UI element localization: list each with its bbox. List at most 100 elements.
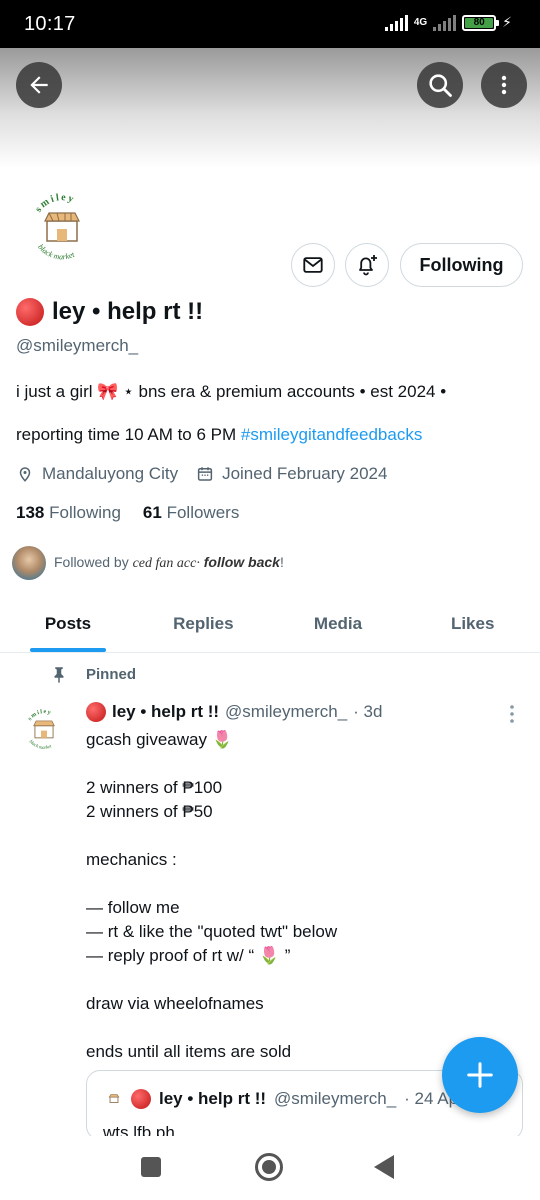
following-count: 138	[16, 503, 45, 522]
logo-text-bottom: black market	[36, 242, 76, 261]
smiley-logo: smiley black market	[33, 192, 80, 261]
following-button[interactable]: Following	[400, 243, 523, 287]
more-options-button[interactable]	[481, 62, 527, 108]
svg-text:black market: black market	[28, 740, 54, 751]
follow-stats: 138 Following 61 Followers	[16, 503, 239, 523]
tweet-line: — rt & like the "quoted twt" below	[86, 922, 338, 941]
battery-icon: 80	[462, 14, 500, 31]
quote-avatar-icon	[108, 1094, 120, 1103]
tweet-line: — reply proof of rt w/ “ 🌷 ”	[86, 946, 291, 965]
tweet-line: draw via wheelofnames	[86, 994, 264, 1013]
following-link[interactable]: 138 Following	[16, 503, 121, 523]
tweet-logo-text-bottom: black market	[28, 740, 54, 751]
red-circle-icon	[16, 298, 44, 326]
tweet-logo-text-top: smiley	[27, 709, 51, 722]
tweet-line: — follow me	[86, 898, 180, 917]
tab-likes[interactable]: Likes	[405, 595, 540, 652]
followers-label: Followers	[166, 503, 240, 522]
profile-handle: @smileymerch_	[16, 336, 139, 355]
calendar-icon	[197, 467, 213, 481]
more-vertical-icon	[510, 705, 514, 723]
arrow-left-icon	[30, 76, 48, 94]
joined-text: Joined February 2024	[222, 464, 388, 483]
signal-icon-2	[433, 14, 457, 31]
followed-by-suffix: follow back	[199, 554, 280, 570]
message-button[interactable]	[291, 243, 335, 287]
status-icons: 4G 80 ⚡	[384, 14, 512, 31]
tweet-line	[86, 872, 516, 896]
profile-name-row: ley • help rt !!	[16, 298, 203, 326]
tweet-header: ley • help rt !! @smileymerch_ · 3d	[86, 702, 382, 722]
charging-icon: ⚡	[502, 14, 512, 30]
notifications-button[interactable]	[345, 243, 389, 287]
red-circle-icon	[86, 702, 106, 722]
signal-icon	[384, 14, 408, 31]
tab-media[interactable]: Media	[271, 595, 406, 652]
location-pin-icon	[19, 467, 31, 482]
system-back-button[interactable]	[374, 1155, 394, 1179]
quote-author-name: ley • help rt !!	[159, 1089, 267, 1108]
tweet-author-name[interactable]: ley • help rt !!	[112, 702, 219, 722]
more-vertical-icon	[501, 75, 507, 95]
status-bar: 10:17 4G 80 ⚡	[0, 0, 540, 48]
tweet-line: 2 winners of ₱100	[86, 778, 223, 797]
followers-count: 61	[142, 503, 162, 522]
location-text: Mandaluyong City	[42, 464, 179, 483]
followed-by-text: Followed by ced fan acc· follow back!	[54, 554, 284, 572]
bell-plus-icon	[359, 255, 377, 276]
mail-icon	[303, 257, 323, 273]
tweet-author-handle[interactable]: @smileymerch_	[225, 702, 347, 722]
pinned-label: Pinned	[86, 665, 137, 683]
search-icon	[429, 74, 452, 97]
tab-replies[interactable]: Replies	[136, 595, 271, 652]
plus-icon	[467, 1062, 493, 1088]
location-item: Mandaluyong City	[16, 464, 178, 484]
battery-level: 80	[465, 17, 494, 28]
profile-name: ley • help rt !!	[52, 298, 204, 325]
tweet-avatar[interactable]: smiley black market	[16, 702, 72, 758]
recents-button[interactable]	[141, 1157, 161, 1177]
compose-button[interactable]	[442, 1037, 518, 1113]
tweet-line	[86, 968, 516, 992]
search-button[interactable]	[417, 62, 463, 108]
smiley-logo-small: smiley black market	[27, 709, 55, 751]
bio-hashtag-link[interactable]: #smileygitandfeedbacks	[241, 425, 422, 444]
tweet-line	[86, 752, 516, 776]
followed-by-row[interactable]: Followed by ced fan acc· follow back!	[12, 546, 284, 580]
status-time: 10:17	[24, 13, 76, 35]
follower-avatar	[12, 546, 46, 580]
profile-meta: Mandaluyong City Joined February 2024	[16, 464, 405, 484]
profile-avatar[interactable]: smiley black market	[14, 180, 110, 276]
svg-text:black market: black market	[36, 242, 76, 261]
system-nav-bar	[0, 1136, 540, 1200]
tweet-line: gcash giveaway 🌷	[86, 730, 233, 749]
home-dot	[262, 1160, 276, 1174]
followed-by-name: ced fan acc·	[132, 556, 200, 571]
home-button[interactable]	[255, 1153, 283, 1181]
pinned-indicator: Pinned	[50, 664, 136, 684]
joined-item: Joined February 2024	[196, 464, 387, 484]
network-type: 4G	[413, 17, 428, 28]
tweet-body: gcash giveaway 🌷 2 winners of ₱100 2 win…	[86, 728, 516, 1064]
tweet-line: 2 winners of ₱50	[86, 802, 213, 821]
tweet-more-button[interactable]	[504, 704, 520, 729]
back-button[interactable]	[16, 62, 62, 108]
quote-author-handle: @smileymerch_	[274, 1089, 397, 1108]
followers-link[interactable]: 61 Followers	[143, 503, 239, 523]
pin-icon	[54, 667, 64, 683]
profile-banner	[0, 48, 540, 168]
quote-header: ley • help rt !! @smileymerch_ · 24 Ap	[105, 1089, 458, 1109]
svg-text:smiley: smiley	[33, 192, 77, 215]
red-circle-icon	[131, 1089, 151, 1109]
bio-text: reporting time 10 AM to 6 PM	[16, 425, 241, 444]
tweet-line	[86, 1016, 516, 1040]
followed-by-prefix: Followed by	[54, 554, 133, 570]
profile-tabs: Posts Replies Media Likes	[0, 595, 540, 653]
tweet-time[interactable]: · 3d	[353, 702, 382, 722]
tweet-line	[86, 824, 516, 848]
tweet-line: mechanics :	[86, 850, 177, 869]
following-label: Following	[49, 503, 121, 522]
tab-posts[interactable]: Posts	[0, 595, 136, 652]
bio-line-1: i just a girl 🎀 ⋆ bns era & premium acco…	[16, 382, 447, 401]
logo-text-top: smiley	[33, 192, 75, 215]
